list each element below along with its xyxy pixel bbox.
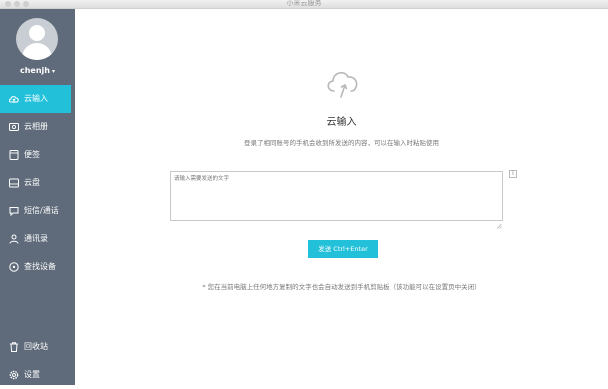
page-title: 云输入 xyxy=(326,117,357,128)
trash-icon xyxy=(8,341,20,353)
sidebar-item-sms-calls[interactable]: 短信/通话 xyxy=(0,197,75,225)
drive-icon xyxy=(8,177,20,189)
sidebar-item-label: 通讯录 xyxy=(24,234,48,243)
avatar-head-shape xyxy=(29,25,45,41)
sidebar-item-label: 便签 xyxy=(24,150,40,159)
main-content: 云输入 登录了相同账号的手机会收到所发送的内容，可以在输入时粘贴使用 i 发送 … xyxy=(75,9,608,385)
sidebar-item-cloud-input[interactable]: 云输入 xyxy=(0,85,71,113)
sidebar-item-label: 回收站 xyxy=(24,342,48,351)
sidebar-item-find-device[interactable]: 查找设备 xyxy=(0,253,75,281)
sidebar-item-label: 设置 xyxy=(24,370,40,379)
window-titlebar: 小米云服务 xyxy=(0,0,608,9)
sidebar: chenjh ▾ 云输入 云相册 便签 云盘 短信/通话 通讯录 查找设备 回收… xyxy=(0,9,75,385)
location-pin-icon xyxy=(8,261,20,273)
sidebar-item-contacts[interactable]: 通讯录 xyxy=(0,225,75,253)
resize-handle-icon[interactable] xyxy=(496,214,502,229)
sidebar-item-label: 短信/通话 xyxy=(24,206,59,215)
sidebar-item-label: 云输入 xyxy=(24,94,48,103)
window-title: 小米云服务 xyxy=(286,0,322,7)
chevron-down-icon: ▾ xyxy=(51,68,55,75)
sidebar-item-cloud-drive[interactable]: 云盘 xyxy=(0,169,75,197)
cloud-upload-icon xyxy=(8,93,20,105)
clipboard-sync-note: * 您在当前电脑上任何地方复制的文字也会自动发送到手机剪贴板（该功能可以在设置页… xyxy=(202,283,481,291)
sidebar-item-cloud-album[interactable]: 云相册 xyxy=(0,113,75,141)
sidebar-item-notes[interactable]: 便签 xyxy=(0,141,75,169)
sidebar-item-label: 云盘 xyxy=(24,178,40,187)
send-button[interactable]: 发送 Ctrl+Enter xyxy=(308,240,378,258)
username-label: chenjh xyxy=(19,66,50,75)
note-icon xyxy=(8,149,20,161)
page-description: 登录了相同账号的手机会收到所发送的内容，可以在输入时粘贴使用 xyxy=(244,139,439,147)
photo-icon xyxy=(8,121,20,133)
message-icon xyxy=(8,205,20,217)
cloud-upload-icon xyxy=(323,61,363,101)
sidebar-item-recycle-bin[interactable]: 回收站 xyxy=(0,333,75,361)
avatar[interactable] xyxy=(16,18,58,60)
avatar-body-shape xyxy=(22,43,52,60)
user-menu[interactable]: chenjh ▾ xyxy=(0,66,75,75)
sidebar-item-label: 查找设备 xyxy=(24,262,56,271)
gear-icon xyxy=(8,369,20,381)
sidebar-item-label: 云相册 xyxy=(24,122,48,131)
info-button[interactable]: i xyxy=(509,170,517,178)
contact-icon xyxy=(8,233,20,245)
message-input[interactable] xyxy=(170,171,503,221)
